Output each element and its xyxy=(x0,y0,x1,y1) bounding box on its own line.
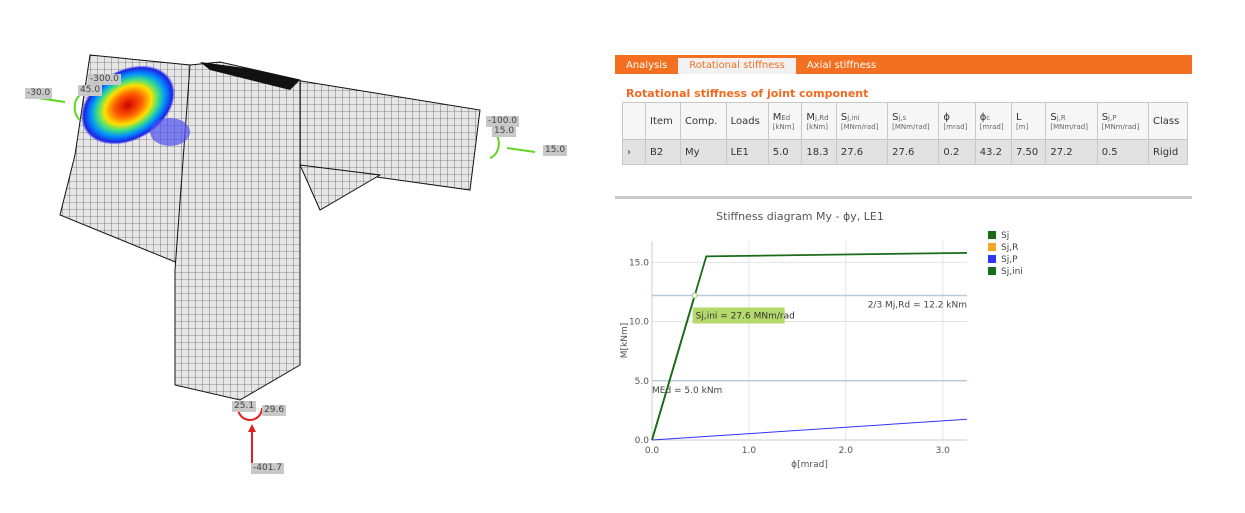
column-header: Comp. xyxy=(680,102,727,140)
table-cell: Rigid xyxy=(1147,139,1189,165)
legend-label: Sj,P xyxy=(1001,255,1018,265)
legend-label: Sj xyxy=(1001,231,1009,241)
header-subscript: c xyxy=(986,113,991,122)
table-cell: 0.2 xyxy=(938,139,976,165)
table-cell: 18.3 xyxy=(801,139,837,165)
load-label: 25.1 xyxy=(232,401,257,412)
table-row[interactable]: › B2 My LE1 5.0 18.3 27.6 27.6 0.2 43.2 7.50 27.2 0.… xyxy=(622,139,1189,165)
column-header: L [m] xyxy=(1010,102,1047,140)
table-cell: 5.0 xyxy=(767,139,803,165)
table-cell: 43.2 xyxy=(974,139,1012,165)
column-header: Mj,Rd [kNm] xyxy=(801,102,837,140)
series-line-Sj-ini xyxy=(651,295,696,441)
header-unit: [MNm/rad] xyxy=(1101,122,1140,131)
tab-analysis[interactable]: Analysis xyxy=(615,57,678,74)
legend-label: Sj,R xyxy=(1001,243,1018,253)
header-subscript: Ed xyxy=(781,113,791,122)
tab-axial-stiffness[interactable]: Axial stiffness xyxy=(796,57,887,74)
table-cell: B2 xyxy=(645,139,681,165)
series-line-Sj xyxy=(651,251,968,441)
stiffness-table: Item Comp. Loads MEd [kNm] Mj,Rd [kNm] Sj,ini [M… xyxy=(622,102,1189,165)
load-label: -300.0 xyxy=(88,74,122,85)
header-unit: [MNm/rad] xyxy=(840,122,879,131)
header-unit: [mrad] xyxy=(979,122,1004,131)
header-unit: [m] xyxy=(1015,122,1029,131)
reference-line-label: MEd = 5.0 kNm xyxy=(652,386,722,396)
header-subscript: j,ini xyxy=(847,113,860,122)
header-unit: [kNm] xyxy=(772,122,795,131)
header-label: M xyxy=(806,111,816,123)
column-header: Class xyxy=(1147,102,1189,140)
x-tick-label: 1.0 xyxy=(742,446,757,456)
header-subscript: j,P xyxy=(1108,113,1117,122)
divider xyxy=(615,196,1192,199)
x-axis-label: ϕ[mrad] xyxy=(791,460,828,470)
tab-rotational-stiffness[interactable]: Rotational stiffness xyxy=(678,58,796,74)
header-label: L xyxy=(1015,111,1022,123)
header-unit: [MNm/rad] xyxy=(892,122,930,131)
y-tick-label: 0.0 xyxy=(635,436,650,446)
column-header: Item xyxy=(645,102,681,140)
table-cell: 27.6 xyxy=(887,139,940,165)
y-tick-label: 10.0 xyxy=(629,318,649,328)
column-header: Sj,P [MNm/rad] xyxy=(1096,102,1149,140)
y-axis-label: M[kNm] xyxy=(620,323,630,359)
header-subscript: j,R xyxy=(1056,113,1066,122)
series-line-Sj-P xyxy=(651,418,968,441)
column-header: MEd [kNm] xyxy=(767,102,803,140)
table-cell: LE1 xyxy=(725,139,769,165)
section-title: Rotational stiffness of joint component xyxy=(626,87,869,100)
legend-swatch xyxy=(988,267,996,275)
column-header: ϕ [mrad] xyxy=(938,102,976,140)
table-cell: My xyxy=(680,139,727,165)
header-unit: [mrad] xyxy=(943,122,968,131)
reference-line-label: 2/3 Mj,Rd = 12.2 kNm xyxy=(868,300,967,310)
header-unit: [MNm/rad] xyxy=(1050,122,1088,131)
expand-row-button[interactable]: › xyxy=(622,139,646,165)
legend-swatch xyxy=(988,231,996,239)
table-cell: 0.5 xyxy=(1096,139,1149,165)
column-header: ϕc [mrad] xyxy=(974,102,1012,140)
y-tick-label: 5.0 xyxy=(635,377,650,387)
3d-model-view[interactable]: -30.0 -300.0 45.0 -100.0 15.0 15.0 25.1 … xyxy=(0,0,600,509)
x-tick-label: 0.0 xyxy=(645,446,660,456)
column xyxy=(174,61,301,401)
header-label: ϕ xyxy=(943,111,951,123)
stiffness-chart: Stiffness diagram My - ϕy, LE1 0.0 1.0 2.0 3… xyxy=(620,210,1023,470)
load-label: 15.0 xyxy=(492,126,517,137)
load-label: -30.0 xyxy=(25,88,53,99)
column-header: Sj,R [MNm/rad] xyxy=(1045,102,1098,140)
table-cell: 27.2 xyxy=(1045,139,1098,165)
x-tick-label: 3.0 xyxy=(936,446,951,456)
header-label: Comp. xyxy=(685,115,718,127)
column-header: Sj,s [MNm/rad] xyxy=(887,102,940,140)
tab-bar: Analysis Rotational stiffness Axial stif… xyxy=(615,55,1192,74)
header-subscript: j,s xyxy=(898,113,907,122)
header-unit: [kNm] xyxy=(806,122,828,131)
header-subscript: j,Rd xyxy=(815,113,829,122)
annotation-marker xyxy=(691,292,698,299)
header-label: Item xyxy=(650,115,673,127)
load-label: 45.0 xyxy=(78,85,103,96)
chart-title: Stiffness diagram My - ϕy, LE1 xyxy=(716,210,884,223)
annotation-label: Sj,ini = 27.6 MNm/rad xyxy=(696,311,795,321)
header-label: Class xyxy=(1152,115,1180,127)
column-header: Sj,ini [MNm/rad] xyxy=(835,102,889,140)
column-header xyxy=(622,102,646,140)
load-label: 29.6 xyxy=(262,405,287,416)
column-header: Loads xyxy=(725,102,769,140)
moment-arrow xyxy=(73,94,81,121)
legend-swatch xyxy=(988,255,996,263)
header-label: Loads xyxy=(730,115,760,127)
table-cell: 7.50 xyxy=(1010,139,1047,165)
legend-swatch xyxy=(988,243,996,251)
legend-label: Sj,ini xyxy=(1001,267,1023,277)
load-label: -401.7 xyxy=(251,463,285,474)
y-tick-label: 15.0 xyxy=(629,258,649,268)
x-tick-label: 2.0 xyxy=(839,446,854,456)
load-label: 15.0 xyxy=(543,145,568,156)
table-cell: 27.6 xyxy=(835,139,889,165)
